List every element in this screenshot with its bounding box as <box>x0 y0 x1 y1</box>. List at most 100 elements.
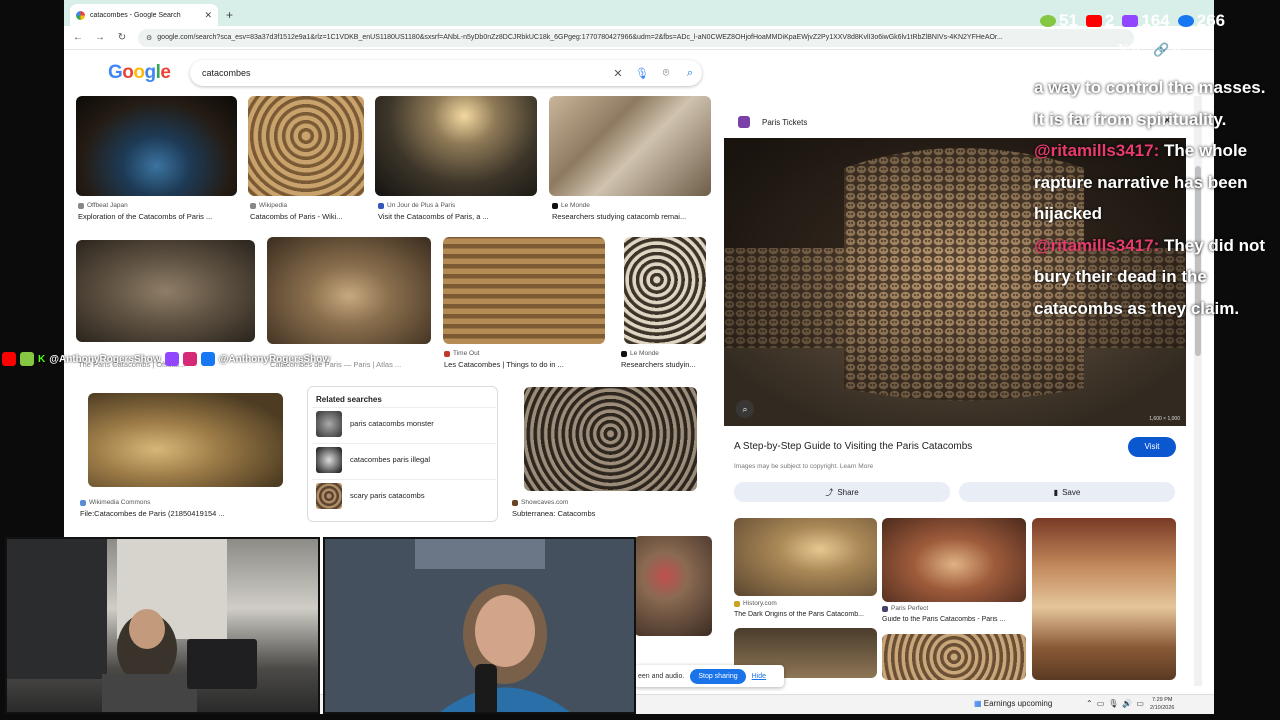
result-image[interactable] <box>549 96 711 196</box>
chat-username: @ritamills3417: <box>1034 235 1160 255</box>
result-image[interactable] <box>634 536 712 636</box>
result-title[interactable]: Exploration of the Catacombs of Paris ..… <box>78 212 238 221</box>
site-favicon-icon <box>80 499 86 506</box>
result-source: Le Monde <box>552 202 590 209</box>
youtube-icon <box>1085 15 1102 27</box>
share-label: Share <box>837 487 859 497</box>
result-image[interactable] <box>76 96 237 196</box>
result-image[interactable] <box>248 96 364 196</box>
share-button[interactable]: ⤴ Share <box>734 482 950 502</box>
chat-username: @ritamills3417: <box>1034 141 1160 160</box>
clock-date: 2/10/2026 <box>1150 705 1175 711</box>
new-tab-icon[interactable]: + <box>226 8 233 22</box>
related-image[interactable] <box>882 634 1026 680</box>
system-tray[interactable]: ⌃▭🎙🔊▭ <box>1086 699 1148 708</box>
site-favicon-icon <box>444 350 450 357</box>
site-favicon-icon <box>734 600 740 607</box>
result-image[interactable] <box>267 237 431 344</box>
related-image[interactable] <box>734 518 877 596</box>
related-image[interactable] <box>882 518 1026 602</box>
youtube-counter: 2 <box>1085 11 1114 31</box>
result-title[interactable]: Subterranea: Catacombs <box>512 509 682 518</box>
clear-search-icon[interactable]: ✕ <box>606 67 630 80</box>
x-logo-icon: 𝕏 <box>1118 42 1129 57</box>
related-item-label: scary paris catacombs <box>350 491 425 500</box>
guest-figure <box>7 539 257 712</box>
chart-icon: ▦ <box>974 699 982 708</box>
related-thumb <box>316 410 342 437</box>
news-widget[interactable]: ▦ Earnings upcoming <box>974 699 1052 708</box>
host-figure <box>325 539 634 712</box>
result-image[interactable] <box>76 240 255 342</box>
address-bar[interactable]: ⚙ google.com/search?sca_esv=83a37d3f1512… <box>138 28 1134 47</box>
result-source: Le Monde <box>621 350 659 357</box>
stop-sharing-button[interactable]: Stop sharing <box>690 668 746 684</box>
chat-text: a way to control the masses. It is far f… <box>1034 78 1266 129</box>
related-item[interactable]: paris catacombs monster <box>312 407 496 439</box>
related-heading: Related searches <box>316 395 382 404</box>
site-favicon-icon <box>552 202 558 209</box>
panel-site-name[interactable]: Paris Tickets <box>762 118 807 127</box>
rumble-icon <box>1040 15 1056 27</box>
save-label: Save <box>1062 487 1081 497</box>
chat-message: a way to control the masses. It is far f… <box>1034 72 1274 135</box>
related-thumb <box>316 482 342 509</box>
result-image[interactable] <box>624 237 706 344</box>
related-title[interactable]: The Dark Origins of the Paris Catacomb..… <box>734 611 877 618</box>
twitch-icon <box>1122 15 1139 27</box>
visit-button[interactable]: Visit <box>1128 437 1176 457</box>
hide-button[interactable]: Hide <box>752 673 766 680</box>
result-title[interactable]: Visit the Catacombs of Paris, a ... <box>378 212 538 221</box>
lens-search-icon[interactable]: ⌕ <box>736 400 754 418</box>
result-title[interactable]: Les Catacombes | Things to do in ... <box>444 360 604 369</box>
save-button[interactable]: ▮ Save <box>959 482 1175 502</box>
related-item-label: catacombes paris illegal <box>350 455 431 464</box>
related-item[interactable]: scary paris catacombs <box>312 479 496 511</box>
result-title[interactable]: Catacombs of Paris - Wiki... <box>250 212 365 221</box>
result-image[interactable] <box>88 393 283 487</box>
result-image[interactable] <box>375 96 537 196</box>
result-source: Showcaves.com <box>512 499 568 506</box>
reload-icon[interactable]: ↻ <box>116 32 128 43</box>
microphone-icon[interactable]: 🎙 <box>630 67 654 80</box>
site-logo-icon <box>738 116 750 128</box>
copyright-notice: Images may be subject to copyright. Lear… <box>734 463 874 470</box>
result-source: Wikipedia <box>250 202 287 209</box>
clock-time: 7:29 PM <box>1151 697 1173 703</box>
result-source: Un Jour de Plus à Paris <box>378 202 455 209</box>
search-icon[interactable]: ⌕ <box>678 67 702 80</box>
clock[interactable]: 7:29 PM 2/10/2026 <box>1150 696 1174 712</box>
site-favicon-icon <box>512 499 518 506</box>
webcam-feed-guest <box>5 537 320 714</box>
youtube-icon <box>2 352 16 366</box>
forward-icon[interactable]: → <box>94 32 106 43</box>
site-info-icon[interactable]: ⚙ <box>146 34 152 42</box>
site-favicon-icon <box>882 605 888 612</box>
site-favicon-icon <box>378 202 384 209</box>
screen-share-bar: een and audio. Stop sharing Hide <box>634 665 784 687</box>
related-item[interactable]: catacombes paris illegal <box>312 443 496 475</box>
result-image[interactable] <box>524 387 697 491</box>
google-logo[interactable]: Google <box>108 62 171 84</box>
related-source: History.com <box>734 600 777 607</box>
link-counter: 🔗 0 <box>1153 42 1181 57</box>
search-box[interactable]: catacombes ✕ 🎙 ⌾ ⌕ <box>190 60 702 86</box>
result-title[interactable]: Researchers studyin... <box>621 360 711 369</box>
search-input[interactable]: catacombes <box>202 68 606 78</box>
result-image[interactable] <box>443 237 605 344</box>
webcam-feed-host <box>323 537 636 714</box>
browser-tab[interactable]: catacombes - Google Search ✕ <box>70 4 218 26</box>
camera-lens-icon[interactable]: ⌾ <box>654 67 678 80</box>
result-title[interactable]: Researchers studying catacomb remai... <box>552 212 712 221</box>
chat-message: @ritamills3417: The whole rapture narrat… <box>1034 135 1274 230</box>
viewer-counters: 51 2 164 266 <box>1040 6 1225 36</box>
bookmark-icon: ▮ <box>1053 487 1059 497</box>
facebook-icon <box>1177 15 1194 27</box>
panel-headline[interactable]: A Step-by-Step Guide to Visiting the Par… <box>734 441 972 452</box>
chat-message: @ritamills3417: They did not bury their … <box>1034 230 1274 325</box>
related-image[interactable] <box>1032 518 1176 680</box>
close-tab-icon[interactable]: ✕ <box>204 10 212 21</box>
back-icon[interactable]: ← <box>72 32 84 43</box>
result-title[interactable]: File:Catacombes de Paris (21850419154 ..… <box>80 509 250 518</box>
related-title[interactable]: Guide to the Paris Catacombs - Paris ... <box>882 616 1026 623</box>
